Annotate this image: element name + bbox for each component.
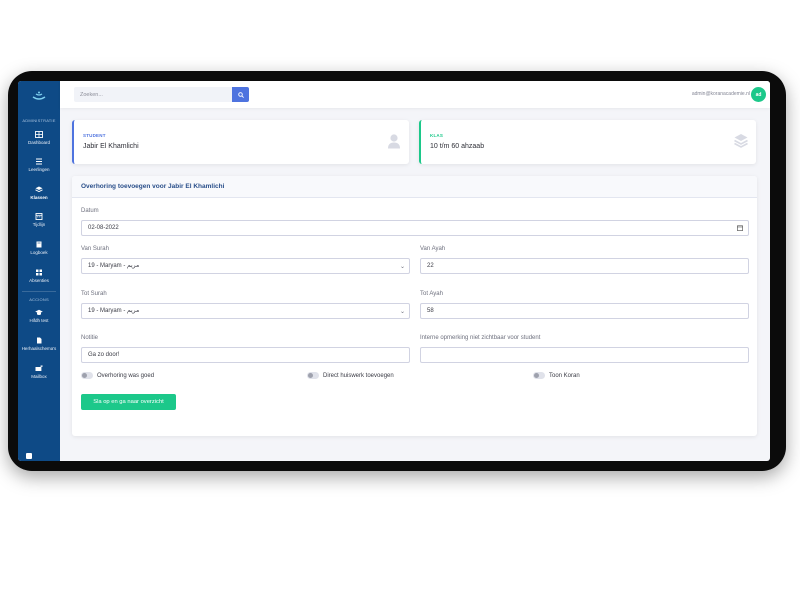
layers-icon xyxy=(35,186,43,193)
mailbox-icon xyxy=(35,365,43,372)
calendar-icon xyxy=(35,213,43,220)
van-ayah-input[interactable]: 22 xyxy=(420,258,749,274)
graduation-cap-icon xyxy=(35,309,43,316)
notitie-label: Notitie xyxy=(81,335,99,341)
student-label: STUDENT xyxy=(83,133,106,138)
form-title: Overhoring toevoegen voor Jabir El Khaml… xyxy=(81,183,225,190)
toggle-switch[interactable] xyxy=(307,372,319,379)
datum-label: Datum xyxy=(81,208,99,214)
dashboard-icon xyxy=(35,131,43,138)
van-surah-select[interactable]: 19 - Maryam - مريم ⌄ xyxy=(81,258,410,274)
tot-surah-select[interactable]: 19 - Maryam - مريم ⌄ xyxy=(81,303,410,319)
avatar[interactable]: ad xyxy=(751,87,766,102)
sidebar-item-herhaalschemas[interactable]: Herhaalschema's xyxy=(18,337,60,351)
student-name: Jabir El Khamlichi xyxy=(83,143,139,150)
sidebar-section-admin: ADMINISTRATIE xyxy=(22,118,56,123)
interne-opmerking-input[interactable] xyxy=(420,347,749,363)
sidebar-collapse-toggle[interactable] xyxy=(26,453,32,459)
student-card: STUDENT Jabir El Khamlichi xyxy=(72,120,409,164)
toggle-toon-koran[interactable]: Toon Koran xyxy=(533,372,580,379)
search-button[interactable] xyxy=(232,87,249,102)
klas-card: KLAS 10 t/m 60 ahzaab xyxy=(419,120,756,164)
topbar: admin@koranacademie.nl ad xyxy=(60,81,770,108)
sidebar-item-mailbox[interactable]: Mailbox xyxy=(18,365,60,379)
toggle-direct-huiswerk[interactable]: Direct huiswerk toevoegen xyxy=(307,372,394,379)
van-surah-label: Van Surah xyxy=(81,246,109,252)
toggle-label: Overhoring was goed xyxy=(97,372,155,379)
search-icon xyxy=(237,91,244,98)
app-logo-icon xyxy=(32,91,46,100)
app-screen: ADMINISTRATIE Dashboard Leerlingen Klass… xyxy=(18,81,770,461)
klas-name: 10 t/m 60 ahzaab xyxy=(430,143,485,150)
sidebar-item-label: Herhaalschema's xyxy=(21,346,57,351)
sidebar-item-logboek[interactable]: Logboek xyxy=(18,241,60,255)
van-ayah-value: 22 xyxy=(427,263,434,269)
tot-ayah-value: 58 xyxy=(427,308,434,314)
form-header: Overhoring toevoegen voor Jabir El Khaml… xyxy=(72,176,757,198)
sidebar-divider xyxy=(22,291,56,292)
sidebar-item-label: Hifdh test xyxy=(29,318,49,323)
book-icon xyxy=(35,241,43,248)
sidebar-item-tijdlijn[interactable]: Tijdlijn xyxy=(18,213,60,227)
notitie-input[interactable]: Ga zo door! xyxy=(81,347,410,363)
toggle-switch[interactable] xyxy=(533,372,545,379)
toggle-overhoring-goed[interactable]: Overhoring was goed xyxy=(81,372,154,379)
sidebar-item-label: Dashboard xyxy=(27,140,50,145)
layers-icon xyxy=(734,134,748,148)
toggle-switch[interactable] xyxy=(81,372,93,379)
van-surah-value: 19 - Maryam - مريم xyxy=(88,263,140,269)
sidebar-item-label: Logboek xyxy=(30,250,48,255)
chevron-down-icon: ⌄ xyxy=(399,309,405,315)
search-input[interactable] xyxy=(74,87,232,102)
list-icon xyxy=(35,158,43,165)
tot-surah-value: 19 - Maryam - مريم xyxy=(88,308,140,314)
sidebar-item-klassen[interactable]: Klassen xyxy=(18,186,60,200)
notitie-value: Ga zo door! xyxy=(88,352,120,358)
sidebar-item-label: Mailbox xyxy=(31,374,47,379)
sidebar-item-dashboard[interactable]: Dashboard xyxy=(18,131,60,145)
user-email[interactable]: admin@koranacademie.nl xyxy=(692,91,750,97)
tot-surah-label: Tot Surah xyxy=(81,291,107,297)
sidebar-item-label: Klassen xyxy=(30,195,48,200)
sidebar-section-acties: ACCIONS xyxy=(29,297,49,302)
datum-value: 02-08-2022 xyxy=(88,225,119,231)
sidebar-item-leerlingen[interactable]: Leerlingen xyxy=(18,158,60,172)
sidebar-item-label: Absenties xyxy=(29,278,49,283)
calendar-icon[interactable] xyxy=(737,225,743,231)
sidebar-item-absenties[interactable]: Absenties xyxy=(18,269,60,283)
grid-icon xyxy=(35,269,43,276)
chevron-down-icon: ⌄ xyxy=(399,264,405,270)
van-ayah-label: Van Ayah xyxy=(420,246,446,252)
sidebar-item-label: Leerlingen xyxy=(28,167,50,172)
sidebar-item-label: Tijdlijn xyxy=(32,222,46,227)
overhoring-form-card: Overhoring toevoegen voor Jabir El Khaml… xyxy=(72,176,757,436)
interne-opmerking-label: Interne opmerking niet zichtbaar voor st… xyxy=(420,335,541,341)
toggle-label: Toon Koran xyxy=(549,372,580,379)
klas-label: KLAS xyxy=(430,133,444,138)
user-icon xyxy=(388,134,400,149)
tot-ayah-input[interactable]: 58 xyxy=(420,303,749,319)
sidebar: ADMINISTRATIE Dashboard Leerlingen Klass… xyxy=(18,81,60,461)
tot-ayah-label: Tot Ayah xyxy=(420,291,443,297)
sidebar-item-hifdh-test[interactable]: Hifdh test xyxy=(18,309,60,323)
document-icon xyxy=(35,337,43,344)
save-button[interactable]: Sla op en ga naar overzicht xyxy=(81,394,176,410)
datum-input[interactable]: 02-08-2022 xyxy=(81,220,749,236)
toggle-label: Direct huiswerk toevoegen xyxy=(323,372,394,379)
